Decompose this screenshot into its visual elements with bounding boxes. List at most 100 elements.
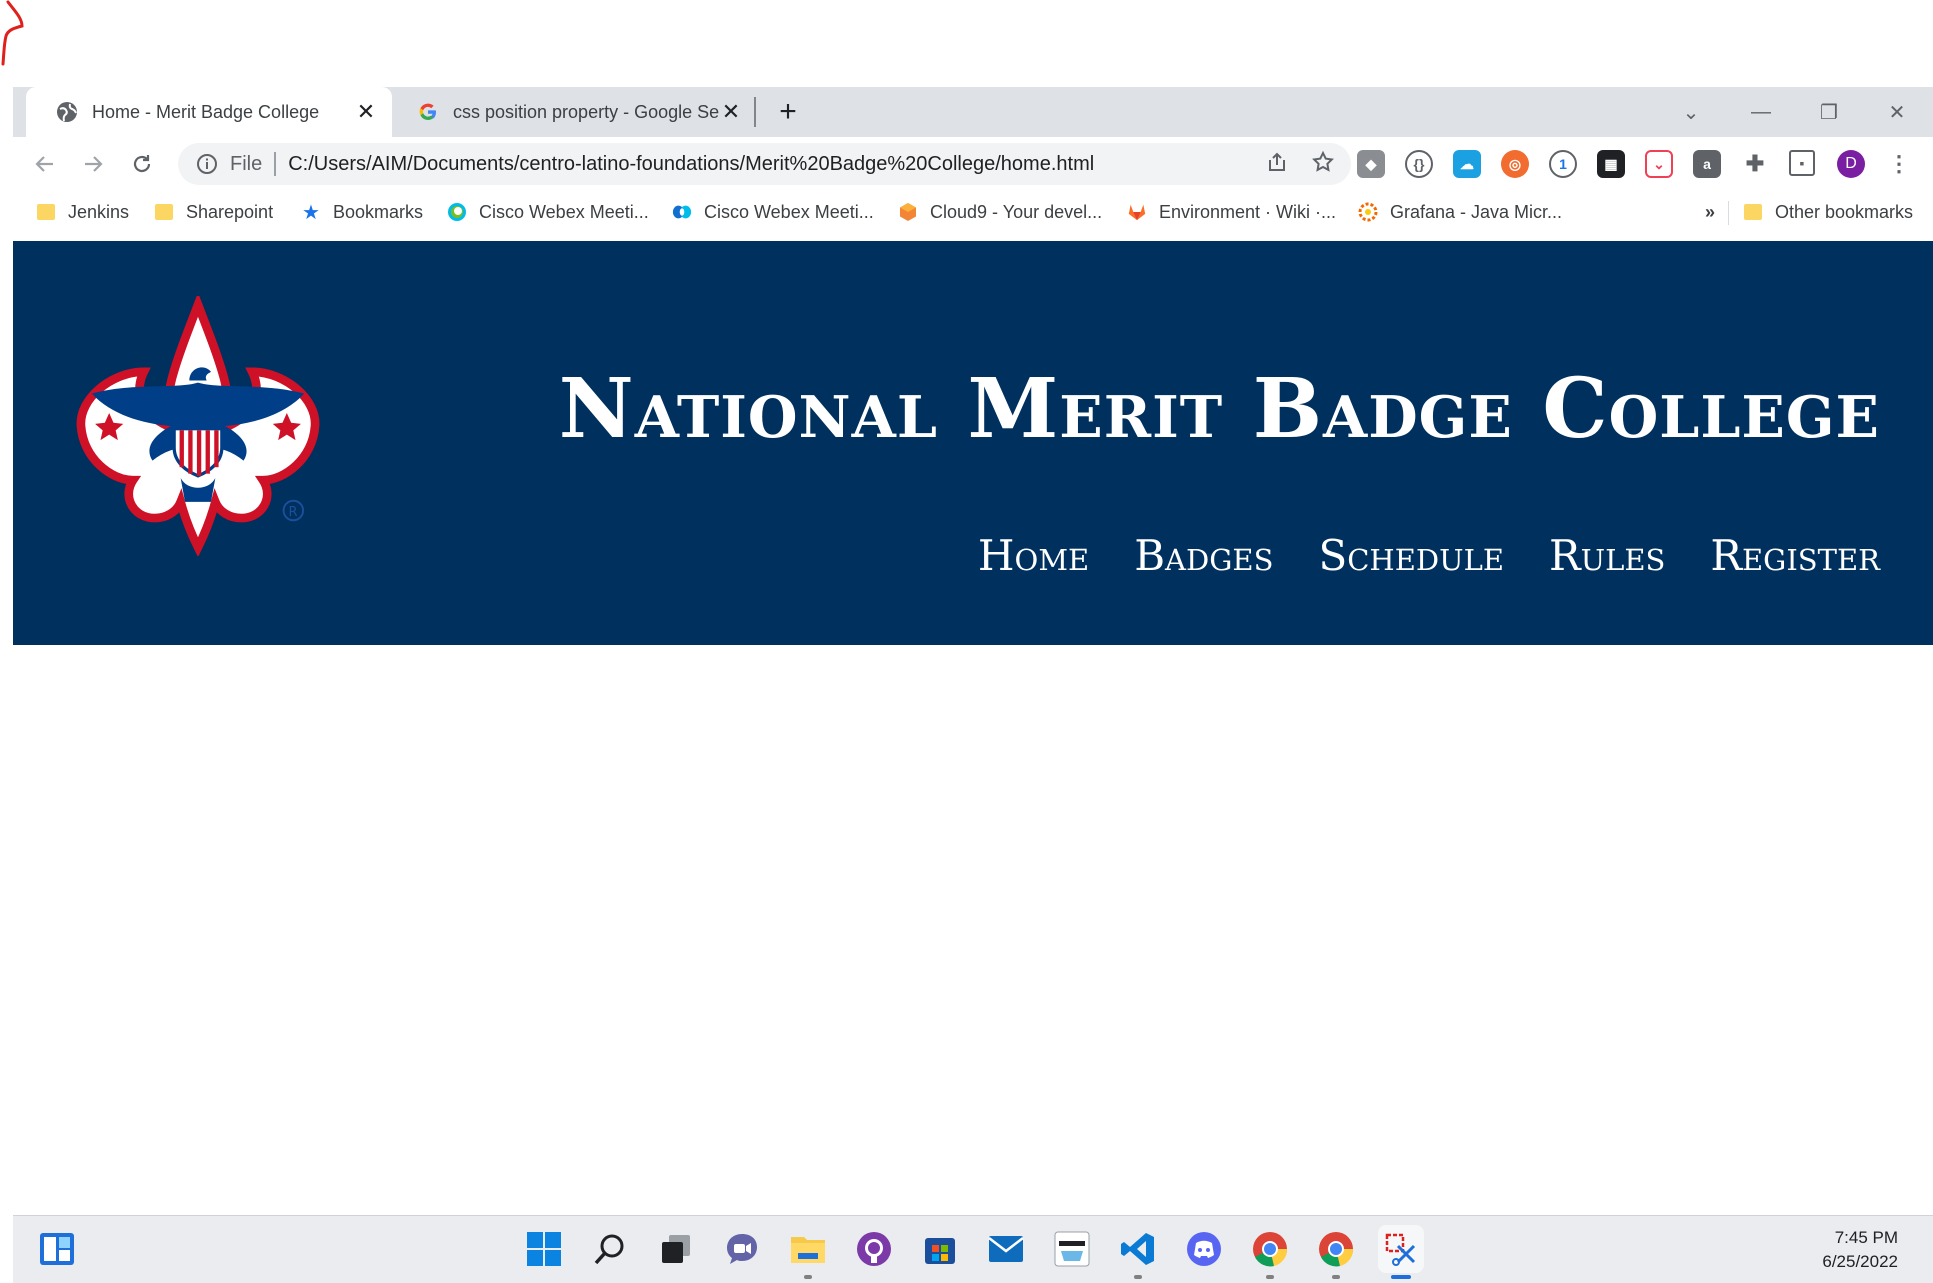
snipping-tool-icon[interactable] — [1378, 1225, 1424, 1279]
clapper-extension-icon[interactable]: ▦ — [1597, 150, 1625, 178]
cloud9-icon — [898, 202, 918, 222]
browser-toolbar: File C:/Users/AIM/Documents/centro-latin… — [13, 137, 1933, 191]
back-button[interactable] — [28, 147, 62, 181]
bookmark-item[interactable]: Environment · Wiki ·... — [1127, 191, 1336, 233]
svg-text:R: R — [288, 505, 297, 520]
site-nav: Home Badges Schedule Rules Register — [978, 531, 1880, 580]
discord-icon[interactable] — [1184, 1229, 1224, 1269]
nav-badges[interactable]: Badges — [1134, 531, 1273, 580]
site-header: R National Merit Badge College Home Badg… — [13, 241, 1933, 645]
clock-date: 6/25/2022 — [1822, 1252, 1898, 1271]
start-icon[interactable] — [524, 1229, 564, 1269]
search-icon[interactable] — [590, 1229, 630, 1269]
folder-icon — [1743, 202, 1763, 222]
vscode-icon[interactable] — [1118, 1229, 1158, 1279]
webex-icon — [672, 202, 692, 222]
bookmark-label: Environment · Wiki ·... — [1159, 201, 1337, 222]
file-explorer-icon[interactable] — [788, 1229, 828, 1279]
tab-divider — [754, 97, 756, 127]
bookmark-item[interactable]: Jenkins — [36, 191, 129, 233]
bookmark-label: Sharepoint — [186, 201, 274, 222]
webex-icon — [447, 202, 467, 222]
bookmark-star-icon[interactable] — [1311, 150, 1335, 179]
bookmark-label: Grafana - Java Micr... — [1390, 201, 1563, 222]
arrow-right-icon — [85, 156, 103, 172]
microsoft-store-icon[interactable] — [920, 1229, 960, 1269]
widgets-icon[interactable] — [37, 1229, 77, 1269]
bsa-logo: R — [76, 296, 320, 556]
bookmark-label: Jenkins — [68, 201, 130, 222]
annotation-mark — [1, 0, 24, 66]
bookmark-label: Bookmarks — [333, 201, 424, 222]
bookmark-item[interactable]: Grafana - Java Micr... — [1358, 191, 1562, 233]
scheme-label: File — [230, 152, 263, 175]
minimize-icon[interactable]: — — [1743, 95, 1779, 129]
arrow-left-icon — [35, 156, 53, 172]
amazon-icon[interactable] — [1052, 1229, 1092, 1269]
folder-icon — [36, 202, 56, 222]
password-extension-icon[interactable]: 1 — [1549, 150, 1577, 178]
tab-google-search[interactable]: css position property - Google Se ✕ — [397, 87, 757, 137]
tab-title: css position property - Google Se — [453, 101, 719, 122]
bookmark-item[interactable]: Cisco Webex Meeti... — [447, 191, 649, 233]
mail-icon[interactable] — [986, 1229, 1026, 1269]
new-tab-button[interactable]: + — [773, 95, 803, 128]
globe-icon — [56, 101, 78, 123]
reload-icon — [133, 155, 151, 173]
reload-button[interactable] — [125, 147, 159, 181]
windows-taskbar: 7:45 PM 6/25/2022 — [13, 1215, 1933, 1283]
bookmark-item[interactable]: Cloud9 - Your devel... — [898, 191, 1102, 233]
amazon-extension-icon[interactable]: a — [1693, 150, 1721, 178]
cube-extension-icon[interactable]: ◆ — [1357, 150, 1385, 178]
gitlab-icon — [1127, 202, 1147, 222]
ubuntu-extension-icon[interactable]: ◎ — [1501, 150, 1529, 178]
pocket-extension-icon[interactable]: ⌄ — [1645, 150, 1673, 178]
bookmarks-bar: Jenkins Sharepoint ★ Bookmarks Cisco Web… — [13, 191, 1933, 242]
site-title: National Merit Badge College — [558, 361, 1880, 457]
close-tab-icon[interactable]: ✕ — [354, 99, 378, 124]
json-extension-icon[interactable]: {} — [1405, 150, 1433, 178]
teams-chat-icon[interactable] — [722, 1229, 762, 1269]
menu-kebab-icon[interactable]: ⋮ — [1885, 150, 1913, 178]
nav-home[interactable]: Home — [978, 531, 1089, 580]
tab-search-icon[interactable]: ⌄ — [1673, 95, 1709, 129]
close-tab-icon[interactable]: ✕ — [719, 99, 743, 124]
bookmark-item[interactable]: Cisco Webex Meeti... — [672, 191, 874, 233]
folder-icon — [154, 202, 174, 222]
separator — [274, 152, 277, 176]
nav-register[interactable]: Register — [1710, 531, 1880, 580]
grafana-icon — [1358, 202, 1378, 222]
system-clock[interactable]: 7:45 PM 6/25/2022 — [1822, 1226, 1898, 1274]
forward-button[interactable] — [76, 147, 110, 181]
bookmarks-divider — [1728, 201, 1729, 225]
cloud-extension-icon[interactable]: ☁ — [1453, 150, 1481, 178]
chrome-icon[interactable] — [1316, 1229, 1356, 1279]
bookmark-label: Other bookmarks — [1775, 201, 1914, 222]
tab-home[interactable]: Home - Merit Badge College ✕ — [26, 87, 392, 137]
other-bookmarks[interactable]: Other bookmarks — [1743, 191, 1913, 233]
profile-avatar[interactable]: D — [1837, 150, 1865, 178]
close-window-icon[interactable]: ✕ — [1879, 95, 1915, 129]
tab-strip: Home - Merit Badge College ✕ css positio… — [13, 87, 1933, 137]
star-icon: ★ — [302, 201, 320, 224]
restore-icon[interactable]: ❐ — [1811, 95, 1847, 129]
chrome-icon[interactable] — [1250, 1229, 1290, 1279]
bookmark-item[interactable]: ★ Bookmarks — [301, 191, 423, 233]
github-icon[interactable] — [854, 1229, 894, 1269]
google-icon — [417, 101, 439, 123]
info-icon[interactable] — [196, 153, 218, 175]
nav-schedule[interactable]: Schedule — [1318, 531, 1504, 580]
bookmarks-overflow-button[interactable]: » — [1705, 191, 1715, 233]
bookmark-item[interactable]: Sharepoint — [154, 191, 273, 233]
share-icon[interactable] — [1265, 150, 1289, 179]
nav-rules[interactable]: Rules — [1549, 531, 1665, 580]
clock-time: 7:45 PM — [1834, 1228, 1898, 1247]
task-view-icon[interactable] — [656, 1229, 696, 1269]
tab-title: Home - Merit Badge College — [92, 101, 320, 122]
address-bar[interactable]: File C:/Users/AIM/Documents/centro-latin… — [178, 143, 1351, 185]
bookmark-label: Cisco Webex Meeti... — [704, 201, 874, 222]
bookmark-label: Cisco Webex Meeti... — [479, 201, 649, 222]
sidepanel-icon[interactable]: ▪ — [1789, 150, 1815, 176]
puzzle-extensions-icon[interactable]: ✚ — [1741, 150, 1769, 178]
url-text[interactable]: C:/Users/AIM/Documents/centro-latino-fou… — [288, 153, 1094, 176]
